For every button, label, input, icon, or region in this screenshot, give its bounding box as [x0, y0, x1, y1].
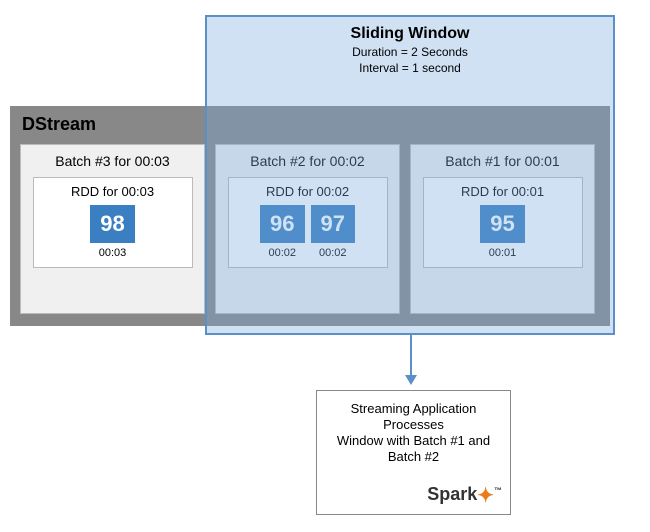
rdd-items: 98 00:03 — [40, 205, 186, 259]
sliding-window: Sliding Window Duration = 2 Seconds Inte… — [205, 15, 615, 335]
arrow-down-icon — [410, 335, 412, 383]
rdd-item: 98 00:03 — [90, 205, 134, 259]
spark-logo-text: Spark — [427, 484, 477, 504]
app-line: Processes — [325, 417, 502, 432]
batch-title: Batch #3 for 00:03 — [29, 153, 196, 169]
rdd: RDD for 00:03 98 00:03 — [33, 177, 193, 268]
rdd-title: RDD for 00:03 — [40, 184, 186, 199]
dstream-label: DStream — [22, 114, 96, 135]
sliding-window-title: Sliding Window — [207, 25, 613, 43]
rdd-item-time: 00:03 — [99, 247, 127, 259]
spark-tm: ™ — [494, 486, 502, 495]
app-line: Window with Batch #1 and — [325, 433, 502, 448]
streaming-app-box: Streaming Application Processes Window w… — [316, 390, 511, 515]
rdd-item-value: 98 — [90, 205, 134, 243]
batch: Batch #3 for 00:03 RDD for 00:03 98 00:03 — [20, 144, 205, 314]
sliding-window-interval: Interval = 1 second — [207, 61, 613, 75]
app-line: Streaming Application — [325, 401, 502, 416]
spark-star-icon: ✦ — [477, 485, 494, 507]
sliding-window-duration: Duration = 2 Seconds — [207, 45, 613, 59]
app-line: Batch #2 — [325, 449, 502, 464]
spark-logo: Spark✦™ — [427, 483, 502, 508]
